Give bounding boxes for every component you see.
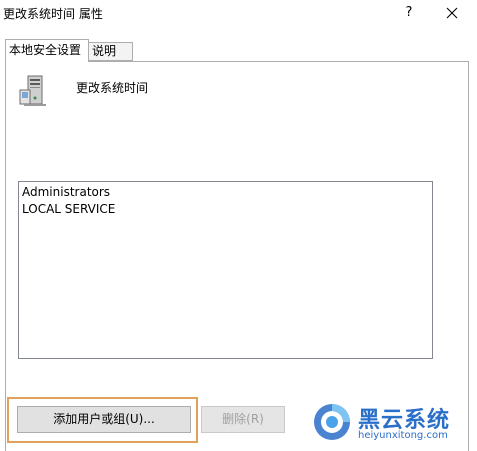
watermark: 黑云系统 heiyunxitong.com: [312, 402, 472, 448]
window-title: 更改系统时间 属性: [3, 7, 103, 21]
tab-local-security-setting[interactable]: 本地安全设置: [5, 39, 89, 62]
policy-name: 更改系统时间: [76, 81, 149, 95]
tab-explain[interactable]: 说明: [89, 42, 133, 61]
add-user-or-group-button[interactable]: 添加用户或组(U)...: [17, 406, 191, 433]
members-list[interactable]: Administrators LOCAL SERVICE: [18, 181, 433, 359]
watermark-domain: heiyunxitong.com: [358, 430, 448, 441]
list-item[interactable]: LOCAL SERVICE: [22, 202, 115, 216]
server-icon: [19, 75, 46, 106]
list-item[interactable]: Administrators: [22, 185, 110, 199]
title-bar: 更改系统时间 属性 ?: [0, 0, 477, 28]
help-button[interactable]: ?: [398, 2, 420, 24]
close-icon: [446, 7, 458, 19]
close-button[interactable]: [438, 2, 466, 24]
cloud-logo-icon: [314, 404, 350, 440]
remove-button[interactable]: 删除(R): [201, 406, 285, 433]
